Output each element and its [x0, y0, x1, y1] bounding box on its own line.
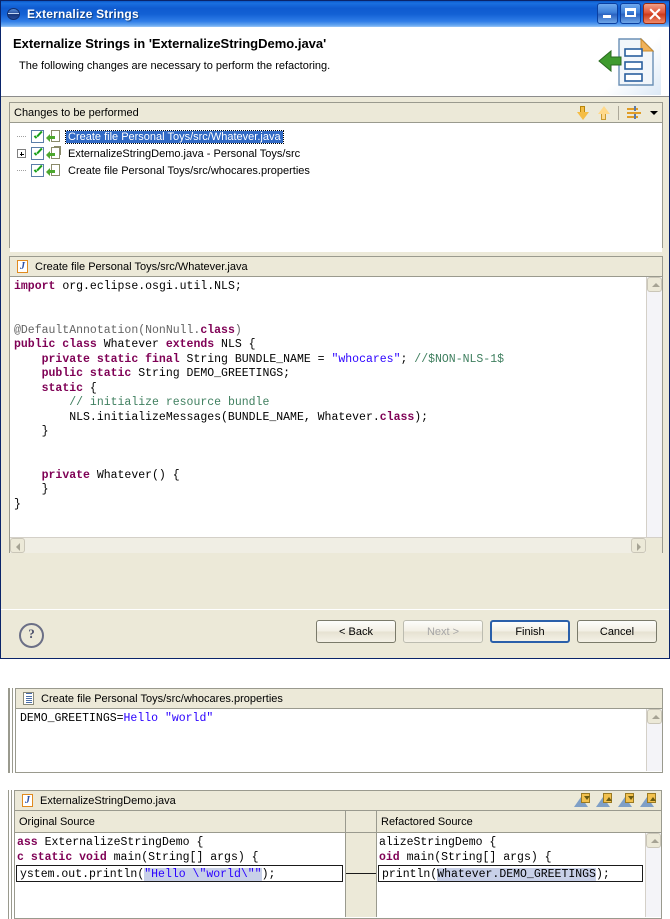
close-button[interactable]	[643, 3, 666, 24]
compare-panel-header: J ExternalizeStringDemo.java	[15, 791, 661, 811]
refactored-source-text: alizeStringDemo { oid main(String[] args…	[379, 836, 552, 864]
java-preview-panel: J Create file Personal Toys/src/Whatever…	[9, 256, 663, 553]
properties-key: DEMO_GREETINGS=	[20, 712, 124, 725]
scroll-right-button[interactable]	[631, 538, 646, 553]
refactored-diff-block[interactable]: println(Whatever.DEMO_GREETINGS);	[378, 865, 643, 882]
help-button[interactable]: ?	[19, 623, 44, 648]
screen-root: Externalize Strings Externalize Strings …	[0, 0, 670, 919]
changes-panel: Changes to be performed Create file Pers…	[9, 102, 663, 252]
refactored-source-label: Refactored Source	[381, 815, 473, 828]
compare-gutter-header	[345, 811, 377, 832]
java-code-viewer[interactable]: import org.eclipse.osgi.util.NLS; @Defau…	[10, 277, 662, 553]
properties-preview-panel: Create file Personal Toys/src/whocares.p…	[15, 688, 663, 773]
next-button: Next >	[403, 620, 483, 643]
externalize-strings-dialog: Externalize Strings Externalize Strings …	[0, 0, 670, 659]
properties-file-icon	[22, 691, 36, 706]
properties-vertical-scrollbar[interactable]	[646, 709, 662, 771]
toolbar-separator	[618, 106, 619, 120]
dialog-header: Externalize Strings in 'ExternalizeStrin…	[1, 27, 669, 97]
scroll-up-button[interactable]	[647, 709, 662, 724]
change-file-icon	[46, 129, 62, 144]
scroll-up-button[interactable]	[647, 277, 662, 292]
compare-title: ExternalizeStringDemo.java	[40, 794, 176, 807]
original-diff-block[interactable]: ystem.out.println("Hello \"world\"");	[16, 865, 343, 882]
change-compilation-unit-icon	[46, 146, 62, 161]
compare-panel: J ExternalizeStringDemo.java Original So…	[14, 790, 662, 919]
original-source-pane[interactable]: ass ExternalizeStringDemo { c static voi…	[15, 833, 345, 917]
scroll-up-button[interactable]	[646, 833, 661, 848]
finish-button[interactable]: Finish	[490, 620, 570, 643]
back-button[interactable]: < Back	[316, 620, 396, 643]
minimize-button[interactable]	[597, 3, 618, 24]
tree-item-label: Create file Personal Toys/src/Whatever.j…	[65, 129, 284, 144]
properties-code-viewer[interactable]: DEMO_GREETINGS=Hello "world"	[16, 709, 662, 771]
changes-panel-header: Changes to be performed	[10, 103, 662, 123]
compare-section: J ExternalizeStringDemo.java Original So…	[8, 790, 662, 919]
properties-source-text: DEMO_GREETINGS=Hello "world"	[16, 709, 662, 727]
page-title: Externalize Strings in 'ExternalizeStrin…	[13, 36, 327, 51]
maximize-button[interactable]	[620, 3, 641, 24]
changes-toolbar	[576, 103, 658, 123]
down-arrow-icon[interactable]	[576, 106, 589, 120]
globe-icon	[6, 6, 22, 22]
tree-item-label: Create file Personal Toys/src/whocares.p…	[68, 164, 310, 177]
tree-checkbox[interactable]	[31, 147, 44, 160]
scrollbar-corner	[646, 538, 662, 553]
original-source-text: ass ExternalizeStringDemo { c static voi…	[17, 836, 259, 864]
compare-body: ass ExternalizeStringDemo { c static voi…	[15, 833, 661, 917]
java-file-icon: J	[21, 793, 35, 808]
properties-value: Hello "world"	[123, 712, 214, 725]
java-horizontal-scrollbar[interactable]	[10, 537, 662, 553]
tree-item-label: ExternalizeStringDemo.java - Personal To…	[68, 147, 301, 160]
original-diff-text: ystem.out.println("Hello \"world\"");	[20, 868, 276, 881]
tree-item-2[interactable]: Create file Personal Toys/src/whocares.p…	[14, 162, 662, 179]
tree-leaf-connector	[14, 128, 31, 145]
tree-item-0[interactable]: Create file Personal Toys/src/Whatever.j…	[14, 128, 662, 145]
diff-connector-line	[346, 873, 376, 874]
java-preview-header: J Create file Personal Toys/src/Whatever…	[10, 257, 662, 277]
properties-preview-title: Create file Personal Toys/src/whocares.p…	[41, 692, 283, 705]
wizard-buttons: < Back Next > Finish Cancel	[316, 620, 657, 643]
changes-tree[interactable]: Create file Personal Toys/src/Whatever.j…	[10, 123, 662, 252]
java-vertical-scrollbar[interactable]	[646, 277, 662, 553]
window-titlebar: Externalize Strings	[1, 1, 669, 27]
next-change-icon[interactable]	[618, 792, 634, 808]
refactored-diff-text: println(Whatever.DEMO_GREETINGS);	[382, 868, 610, 881]
changes-section-title: Changes to be performed	[14, 106, 139, 119]
java-preview-title: Create file Personal Toys/src/Whatever.j…	[35, 260, 248, 273]
dialog-button-bar: ? < Back Next > Finish Cancel	[1, 609, 669, 658]
original-source-label: Original Source	[19, 815, 95, 828]
compare-vertical-scrollbar[interactable]	[645, 833, 661, 917]
properties-preview-section: Create file Personal Toys/src/whocares.p…	[8, 688, 663, 773]
refactor-document-icon	[593, 29, 661, 95]
window-title: Externalize Strings	[27, 7, 139, 21]
cancel-button[interactable]: Cancel	[577, 620, 657, 643]
java-source-text: import org.eclipse.osgi.util.NLS; @Defau…	[14, 280, 505, 511]
tree-expand-toggle[interactable]	[14, 145, 31, 162]
change-file-icon	[46, 163, 62, 178]
up-arrow-icon[interactable]	[597, 106, 610, 120]
tree-item-1[interactable]: ExternalizeStringDemo.java - Personal To…	[14, 145, 662, 162]
refactored-source-pane[interactable]: alizeStringDemo { oid main(String[] args…	[377, 833, 661, 917]
next-difference-icon[interactable]	[574, 792, 590, 808]
window-controls	[597, 3, 666, 24]
compare-toolbar	[574, 792, 656, 808]
previous-change-icon[interactable]	[640, 792, 656, 808]
compare-gutter	[345, 833, 377, 917]
page-subtitle: The following changes are necessary to p…	[19, 60, 331, 72]
chevron-down-icon[interactable]	[650, 111, 658, 115]
java-file-icon: J	[16, 259, 30, 274]
scroll-left-button[interactable]	[10, 538, 25, 553]
tree-checkbox[interactable]	[31, 164, 44, 177]
tree-leaf-connector	[14, 162, 31, 179]
properties-preview-header: Create file Personal Toys/src/whocares.p…	[16, 689, 662, 709]
previous-difference-icon[interactable]	[596, 792, 612, 808]
expand-all-icon[interactable]	[627, 106, 642, 120]
compare-column-headers: Original Source Refactored Source	[15, 811, 661, 833]
tree-checkbox[interactable]	[31, 130, 44, 143]
